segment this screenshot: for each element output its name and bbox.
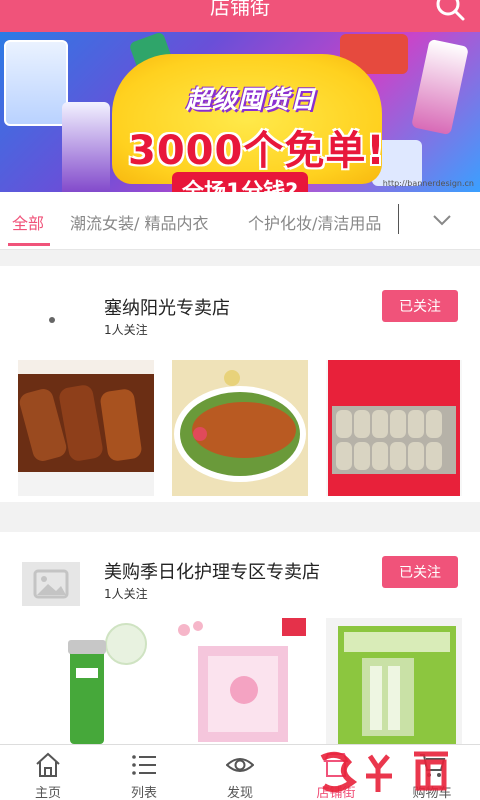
search-icon[interactable] (434, 0, 466, 22)
store-name[interactable]: 塞纳阳光专卖店 (104, 294, 230, 320)
store-card[interactable]: 塞纳阳光专卖店 1人关注 已关注 (0, 266, 480, 502)
banner-main-text: 3000个免单! (128, 128, 386, 174)
nav-label: 主页 (34, 786, 61, 800)
watermark-logo (320, 751, 448, 793)
top-bar: 店铺街 (0, 0, 480, 32)
follow-button[interactable]: 已关注 (382, 290, 458, 322)
product-thumbnail[interactable] (172, 618, 308, 744)
nav-label: 发现 (226, 786, 253, 800)
banner-headline: 超级囤货日 (186, 85, 317, 114)
nav-list[interactable]: 列表 (96, 745, 192, 800)
chevron-down-icon[interactable] (430, 208, 454, 232)
list-icon (132, 755, 156, 775)
product-thumbnail[interactable] (172, 360, 308, 496)
nav-label: 列表 (130, 786, 157, 800)
tab-personal-care[interactable]: 个护化妆/清洁用品 (248, 210, 381, 234)
promo-banner[interactable]: 超级囤货日 3000个免单! 全场1分钱? http://bannerdesig… (0, 32, 480, 192)
product-thumbnail[interactable] (18, 360, 154, 496)
category-tabs: 全部 潮流女装/ 精品内衣 个护化妆/清洁用品 (0, 192, 480, 250)
store-followers: 1人关注 (104, 323, 148, 337)
lotion-image (411, 38, 469, 136)
product-thumbnail[interactable] (18, 618, 154, 744)
tab-all[interactable]: 全部 (12, 210, 44, 234)
tab-fashion[interactable]: 潮流女装/ 精品内衣 (70, 210, 208, 234)
banner-sub-text: 全场1分钱? (172, 172, 309, 192)
store-name[interactable]: 美购季日化护理专区专卖店 (104, 558, 320, 584)
store-logo (49, 317, 55, 323)
store-card[interactable]: 美购季日化护理专区专卖店 1人关注 已关注 (0, 532, 480, 744)
app-root: 店铺街 超级囤货日 3000个免单! 全场1分钱? http://bannerd… (0, 0, 480, 800)
store-followers: 1人关注 (104, 587, 148, 601)
milk-can-image (4, 40, 68, 126)
shampoo-bottle-image (62, 102, 110, 192)
banner-url: http://bannerdesign.cn (382, 179, 474, 188)
image-placeholder-icon (22, 562, 80, 606)
tab-active-indicator (8, 243, 50, 246)
follow-button[interactable]: 已关注 (382, 556, 458, 588)
nav-home[interactable]: 主页 (0, 745, 96, 800)
page-title: 店铺街 (210, 0, 270, 19)
eye-icon (226, 758, 254, 772)
nav-discover[interactable]: 发现 (192, 745, 288, 800)
tab-divider (398, 204, 399, 234)
product-thumbnail[interactable] (326, 618, 462, 744)
product-thumbnail[interactable] (326, 360, 462, 496)
home-icon (36, 752, 60, 777)
